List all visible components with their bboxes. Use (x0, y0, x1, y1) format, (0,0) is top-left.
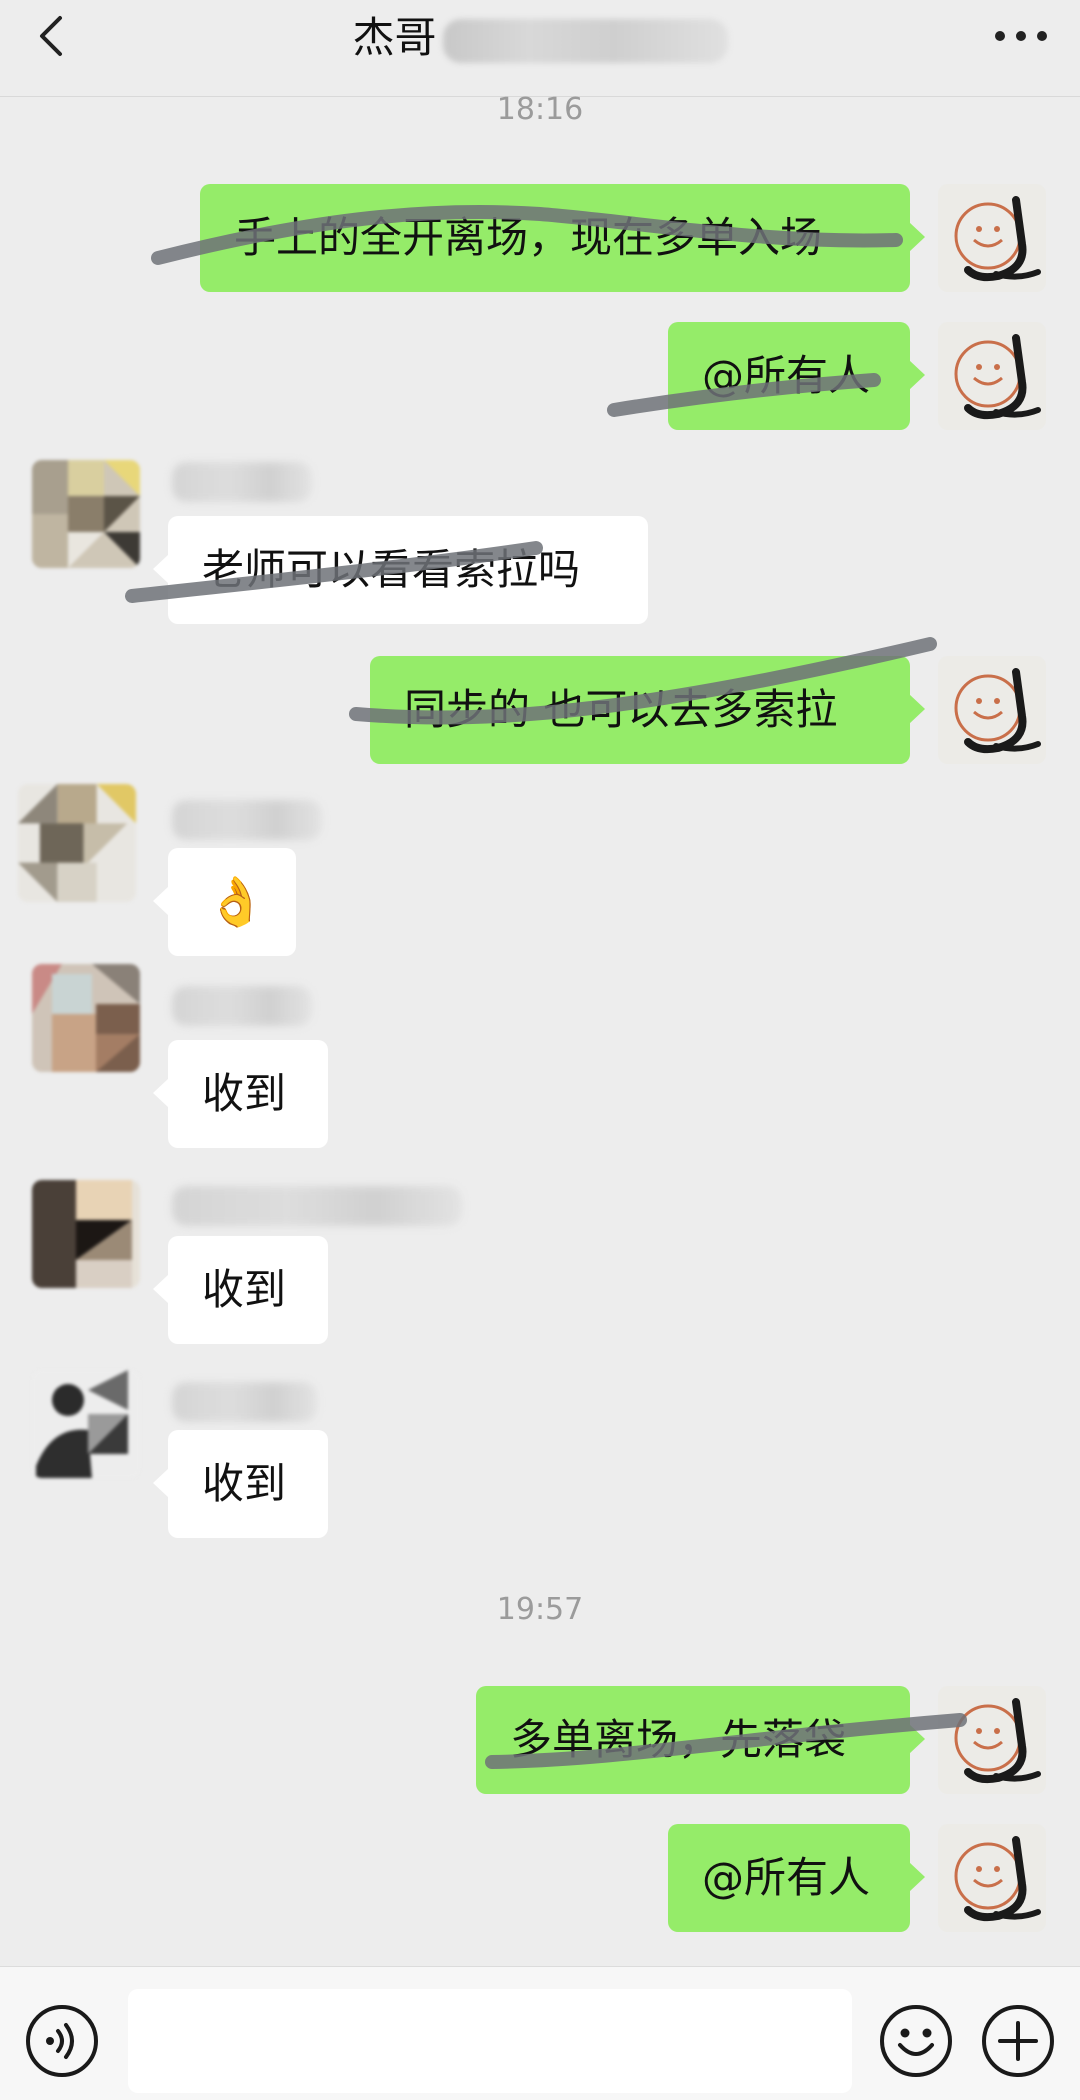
self-avatar[interactable] (938, 1824, 1046, 1932)
self-avatar[interactable] (938, 322, 1046, 430)
voice-icon[interactable] (24, 2003, 100, 2079)
message-bubble-mine[interactable]: @所有人 (668, 1824, 925, 1932)
chat-title-text: 杰哥 (352, 13, 437, 62)
message-bubble-other[interactable]: 老师可以看看索拉吗 (153, 516, 648, 624)
member-nickname-redacted (172, 462, 312, 502)
chat-header: 杰哥 (0, 0, 1080, 97)
message-bubble-other[interactable]: 👌 (153, 848, 296, 956)
member-nickname-redacted (172, 986, 312, 1026)
smiley-icon[interactable] (878, 2003, 954, 2079)
message-bubble-other[interactable]: 收到 (153, 1040, 328, 1148)
member-avatar[interactable] (32, 1370, 140, 1478)
member-nickname-redacted (172, 800, 322, 840)
chat-title-redacted (442, 18, 728, 63)
self-avatar[interactable] (938, 656, 1046, 764)
member-nickname-redacted (172, 1382, 317, 1422)
plus-icon[interactable] (980, 2003, 1056, 2079)
timestamp: 18:16 (496, 92, 584, 127)
member-avatar[interactable] (32, 460, 140, 568)
chat-title: 杰哥 (0, 10, 1080, 66)
member-nickname-redacted (172, 1186, 462, 1226)
timestamp: 19:57 (496, 1592, 584, 1627)
member-avatar[interactable] (18, 784, 136, 902)
chat-input-bar (0, 1966, 1080, 2100)
message-bubble-mine[interactable]: @所有人 (668, 322, 925, 430)
message-input[interactable] (128, 1989, 852, 2093)
message-bubble-other[interactable]: 收到 (153, 1236, 328, 1344)
message-bubble-mine[interactable]: 手上的全开离场，现在多单入场 (200, 184, 925, 292)
message-bubble-other[interactable]: 收到 (153, 1430, 328, 1538)
message-bubble-mine[interactable]: 同步的 也可以去多索拉 (370, 656, 925, 764)
self-avatar[interactable] (938, 1686, 1046, 1794)
message-bubble-mine[interactable]: 多单离场，先落袋 (476, 1686, 925, 1794)
self-avatar[interactable] (938, 184, 1046, 292)
ellipsis-icon[interactable] (992, 18, 1050, 54)
member-avatar[interactable] (32, 1180, 140, 1288)
member-avatar[interactable] (32, 964, 140, 1072)
